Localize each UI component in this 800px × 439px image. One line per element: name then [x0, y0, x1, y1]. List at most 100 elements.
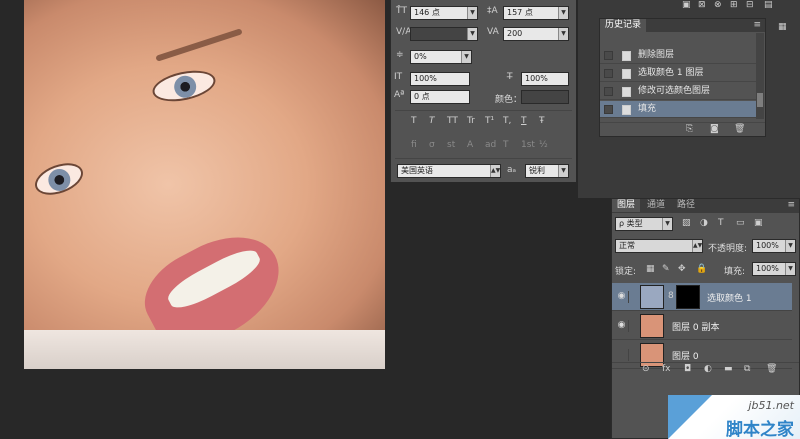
- panel-menu-icon[interactable]: ≡: [753, 20, 761, 30]
- fx-icon[interactable]: fx: [662, 364, 671, 374]
- layer-mask-thumbnail[interactable]: [676, 285, 700, 309]
- visibility-eye-icon[interactable]: ◉: [615, 320, 629, 332]
- fill-field[interactable]: 100% ▼: [752, 262, 796, 276]
- fill-label: 填充:: [724, 267, 746, 277]
- smart-object-filter-icon[interactable]: ▣: [754, 218, 763, 228]
- strikethrough-button[interactable]: Ŧ: [539, 116, 545, 126]
- visibility-eye-icon[interactable]: [615, 349, 629, 361]
- panel-menu-icon[interactable]: ≡: [787, 200, 795, 210]
- horizontal-scale-icon: T̶: [507, 72, 513, 82]
- titling-button[interactable]: T: [503, 140, 509, 150]
- tab-channels[interactable]: 通道: [642, 199, 670, 212]
- opacity-field[interactable]: 100% ▼: [752, 239, 796, 253]
- history-panel: 历史记录 ≡ 删除图层 选取颜色 1 图层 修改可选颜色图层 填充 ⎘ ◙ 🗑: [599, 18, 766, 137]
- layer-row[interactable]: ◉ 8 选取颜色 1: [612, 283, 792, 311]
- ordinal-button[interactable]: 1st: [521, 140, 535, 150]
- color-swatch[interactable]: [521, 90, 569, 104]
- collapsed-panel-strip[interactable]: ▦: [770, 18, 800, 108]
- vertical-scale-field[interactable]: 100%: [410, 72, 470, 86]
- blend-mode-select[interactable]: 正常 ▲▼: [615, 239, 703, 253]
- ligature-button[interactable]: fi: [411, 140, 417, 150]
- baseline-shift-icon: Aª: [394, 90, 405, 100]
- pixel-filter-icon[interactable]: ▨: [682, 218, 691, 228]
- discretionary-ligature-button[interactable]: st: [447, 140, 455, 150]
- faux-bold-button[interactable]: T: [411, 116, 417, 126]
- stylistic-alt-button[interactable]: ad: [485, 140, 496, 150]
- history-footer: ⎘ ◙ 🗑: [600, 122, 765, 136]
- tab-history[interactable]: 历史记录: [600, 19, 647, 32]
- mask-icon[interactable]: ◘: [684, 364, 691, 374]
- adjustment-icon[interactable]: ◐: [704, 364, 712, 374]
- panel-icon[interactable]: ▦: [778, 22, 787, 32]
- swash-button[interactable]: A: [467, 140, 473, 150]
- font-size-icon: T̂T: [396, 6, 407, 16]
- photoshop-workspace: ▣ ⊠ ⊗ ⊞ ⊟ ▤ ▦ T̂T 146 点 ▼ ‡A 157 点 ▼ V/A ▼ VA 2…: [0, 0, 800, 439]
- type-filter-icon[interactable]: T: [718, 218, 724, 228]
- language-select[interactable]: 美国英语 ▲▼: [397, 164, 501, 178]
- layers-footer: ⊝ fx ◘ ◐ ▬ ⧉ 🗑: [612, 362, 799, 376]
- tab-paths[interactable]: 路径: [672, 199, 700, 212]
- filter-kind-select[interactable]: ρ 类型 ▼: [615, 217, 673, 231]
- lock-label: 锁定:: [615, 267, 637, 277]
- character-panel: T̂T 146 点 ▼ ‡A 157 点 ▼ V/A ▼ VA 200 ▼ ≑ 0% ▼…: [390, 0, 576, 182]
- shape-filter-icon[interactable]: ▭: [736, 218, 745, 228]
- history-scrollbar[interactable]: [756, 33, 764, 119]
- opentype-buttons: fi σ st A ad T 1st ½: [411, 140, 571, 152]
- superscript-button[interactable]: T¹: [485, 116, 494, 126]
- horizontal-scale-field[interactable]: 100%: [521, 72, 569, 86]
- opacity-label: 不透明度:: [708, 244, 748, 254]
- small-caps-button[interactable]: Tr: [467, 116, 475, 126]
- watermark-url: jb51.net: [748, 399, 794, 412]
- new-layer-icon[interactable]: ⧉: [744, 364, 750, 374]
- style-buttons: T T TT Tr T¹ T, T Ŧ: [411, 116, 571, 128]
- kerning-field[interactable]: ▼: [410, 27, 478, 41]
- link-icon[interactable]: ⊝: [642, 364, 650, 374]
- anti-alias-select[interactable]: 锐利 ▼: [525, 164, 569, 178]
- baseline-shift-field[interactable]: 0 点: [410, 90, 470, 104]
- eyebrow: [155, 28, 243, 62]
- lock-all-icon[interactable]: 🔒: [696, 264, 707, 274]
- snapshot-camera-icon[interactable]: ◙: [710, 124, 719, 134]
- adjustment-filter-icon[interactable]: ◑: [700, 218, 708, 228]
- tracking-field[interactable]: 200 ▼: [503, 27, 569, 41]
- alt-ligature-button[interactable]: σ: [429, 140, 435, 150]
- scale-field[interactable]: 0% ▼: [410, 50, 472, 64]
- vertical-scale-icon: IT: [394, 72, 403, 82]
- lock-position-icon[interactable]: ✥: [678, 264, 686, 274]
- layer-thumbnail: [640, 314, 664, 338]
- shoulder: [24, 330, 385, 369]
- top-tool-icons: ▣ ⊠ ⊗ ⊞ ⊟ ▤: [682, 0, 773, 10]
- document-icon: [622, 51, 631, 61]
- history-item-selected[interactable]: 填充: [600, 101, 757, 118]
- subscript-button[interactable]: T,: [503, 116, 511, 126]
- history-item[interactable]: 选取颜色 1 图层: [600, 65, 757, 82]
- trash-icon[interactable]: 🗑: [734, 124, 745, 134]
- font-size-field[interactable]: 146 点 ▼: [410, 6, 478, 20]
- anti-alias-label: aₐ: [507, 165, 517, 175]
- leading-field[interactable]: 157 点 ▼: [503, 6, 569, 20]
- trash-icon[interactable]: 🗑: [766, 364, 777, 374]
- left-eye: [30, 157, 88, 201]
- filter-icons: ▨ ◑ T ▭ ▣: [678, 218, 788, 230]
- watermark-name: 脚本之家: [726, 420, 794, 439]
- document-canvas[interactable]: [24, 0, 385, 369]
- color-label: 颜色：: [495, 95, 523, 105]
- visibility-eye-icon[interactable]: ◉: [615, 291, 629, 303]
- layers-panel-header: 图层 通道 路径 ≡: [612, 199, 799, 213]
- right-eye: [149, 65, 219, 107]
- link-icon[interactable]: 8: [668, 291, 674, 301]
- lock-transparent-icon[interactable]: ▦: [646, 264, 655, 274]
- underline-button[interactable]: T: [521, 116, 527, 126]
- new-document-from-state-icon[interactable]: ⎘: [686, 124, 693, 134]
- group-icon[interactable]: ▬: [724, 364, 733, 374]
- fraction-button[interactable]: ½: [539, 140, 548, 150]
- faux-italic-button[interactable]: T: [429, 116, 435, 126]
- history-item[interactable]: 修改可选颜色图层: [600, 83, 757, 100]
- document-icon: [622, 105, 631, 115]
- scale-icon: ≑: [396, 50, 404, 60]
- tab-layers[interactable]: 图层: [612, 199, 641, 212]
- lock-pixels-icon[interactable]: ✎: [662, 264, 670, 274]
- layer-row[interactable]: ◉ 图层 0 副本: [612, 312, 792, 340]
- all-caps-button[interactable]: TT: [447, 116, 458, 126]
- history-item[interactable]: 删除图层: [600, 47, 757, 64]
